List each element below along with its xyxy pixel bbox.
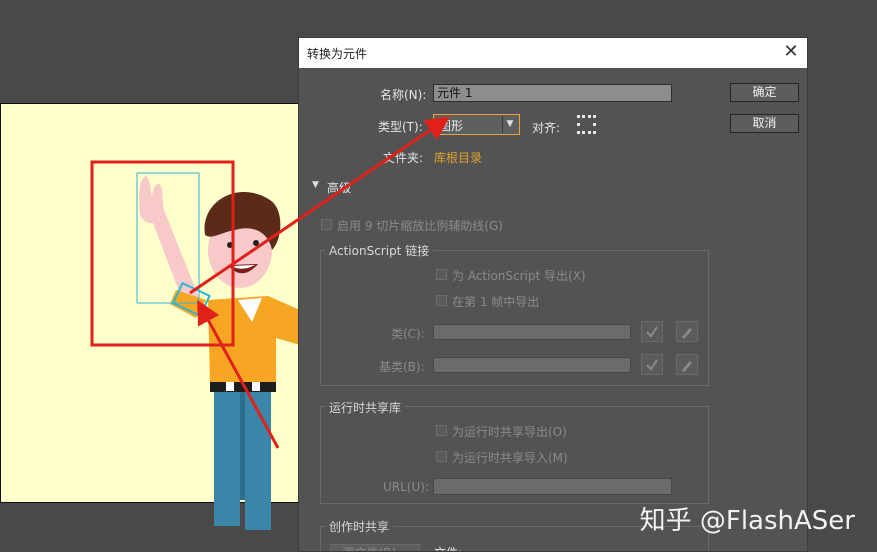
pencil-icon[interactable]: [676, 354, 698, 375]
slice9-checkbox[interactable]: [321, 219, 332, 230]
export-as-checkbox[interactable]: [436, 269, 447, 280]
align-label: 对齐:: [532, 121, 561, 135]
close-icon[interactable]: ✕: [781, 42, 801, 62]
character-hand: [139, 176, 164, 224]
dialog-title: 转换为元件: [307, 47, 368, 61]
export-frame-checkbox[interactable]: [436, 295, 447, 306]
advanced-label[interactable]: 高级: [327, 179, 351, 196]
url-input[interactable]: [433, 478, 672, 495]
convert-to-symbol-dialog: 转换为元件 ✕ 名称(N): 元件 1 确定 取消 类型(T): 图形 ▼ 对齐…: [298, 37, 808, 552]
advanced-toggle-icon[interactable]: ▼: [312, 180, 319, 190]
actionscript-group-title: ActionScript 链接: [325, 242, 434, 259]
import-runtime-checkbox[interactable]: [436, 451, 447, 462]
type-label: 类型(T):: [378, 120, 423, 134]
dialog-titlebar[interactable]: 转换为元件 ✕: [299, 38, 807, 68]
base-class-input[interactable]: [433, 357, 631, 373]
folder-label: 文件夹:: [383, 151, 424, 165]
cancel-button[interactable]: 取消: [730, 114, 799, 133]
character-right-leg: [245, 388, 271, 530]
character-left-leg: [214, 388, 240, 526]
type-select[interactable]: 图形 ▼: [433, 114, 520, 135]
slice9-label: 启用 9 切片缩放比例辅助线(G): [337, 219, 503, 233]
source-file-button[interactable]: 源文件(R)...: [330, 544, 420, 551]
pencil-icon[interactable]: [676, 321, 698, 342]
folder-link[interactable]: 库根目录: [434, 149, 482, 166]
zhihu-watermark: 知乎 @FlashASer: [639, 506, 855, 536]
name-input[interactable]: 元件 1: [433, 84, 672, 102]
registration-grid-icon[interactable]: [576, 114, 598, 136]
runtime-group-title: 运行时共享库: [325, 399, 406, 416]
file-label: 文件:: [434, 544, 462, 551]
export-runtime-checkbox[interactable]: [436, 425, 447, 436]
character-illustration[interactable]: [0, 0, 300, 552]
name-label: 名称(N):: [380, 88, 427, 102]
export-frame-label: 在第 1 帧中导出: [452, 295, 540, 309]
class-input[interactable]: [433, 324, 631, 340]
checkmark-icon[interactable]: [641, 321, 663, 342]
url-label: URL(U):: [383, 480, 429, 494]
checkmark-icon[interactable]: [641, 354, 663, 375]
base-class-label: 基类(B):: [379, 360, 425, 374]
export-runtime-label: 为运行时共享导出(O): [452, 425, 567, 439]
type-select-value: 图形: [439, 119, 464, 133]
authoring-group-title: 创作时共享: [325, 518, 394, 535]
chevron-down-icon: ▼: [502, 116, 517, 133]
class-label: 类(C):: [391, 327, 425, 341]
export-as-label: 为 ActionScript 导出(X): [452, 269, 586, 283]
import-runtime-label: 为运行时共享导入(M): [452, 451, 568, 465]
ok-button[interactable]: 确定: [730, 83, 799, 102]
